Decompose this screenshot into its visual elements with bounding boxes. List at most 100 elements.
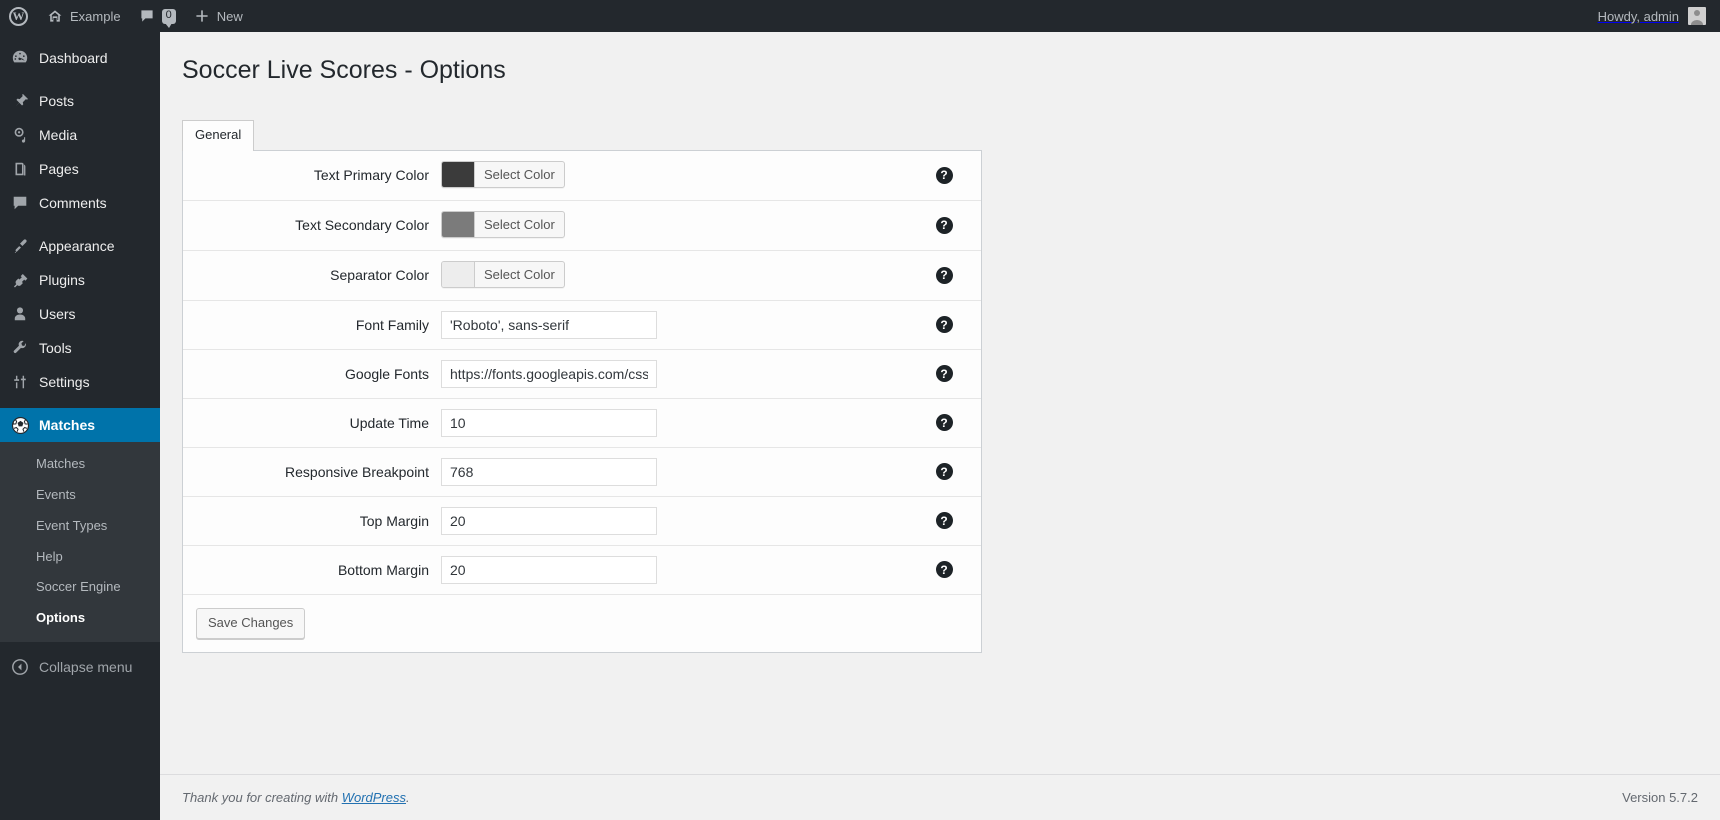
save-changes-button[interactable]: Save Changes [196,607,306,640]
tab-general[interactable]: General [182,119,255,151]
color-swatch [442,161,475,187]
help-question-icon[interactable]: ? [935,365,953,383]
sidebar-submenu-matches: Matches Events Event Types Help Soccer E… [0,442,160,643]
table-row: Responsive Breakpoint ? [183,447,981,496]
main-content: Soccer Live Scores - Options General Tex… [160,32,1720,820]
google-fonts-input[interactable] [441,359,657,388]
field-label-bottom-margin: Bottom Margin [337,561,429,578]
wordpress-logo-icon: W [9,6,28,26]
settings-panel: Text Primary Color Select Color ? Text S… [182,149,982,654]
field-label-top-margin: Top Margin [359,512,429,529]
top-margin-input[interactable] [441,506,657,535]
chevron-left-circle-icon [10,657,30,677]
new-content-button[interactable]: New [185,0,252,32]
table-row: Text Secondary Color Select Color ? [183,200,981,250]
field-label-separator-color: Separator Color [330,267,429,283]
howdy-label: Howdy, admin [1597,8,1679,24]
help-question-icon[interactable]: ? [935,216,953,234]
sidebar-item-label: Comments [39,195,107,211]
wordpress-link[interactable]: WordPress [342,790,406,805]
plug-icon [10,270,30,290]
table-row: Bottom Margin ? [183,545,981,594]
color-picker-label: Select Color [484,216,555,232]
field-label-responsive-breakpoint: Responsive Breakpoint [285,463,429,480]
sidebar-item-label: Settings [39,374,90,390]
sidebar-item-label: Appearance [39,238,115,254]
sidebar-item-posts[interactable]: Posts [0,84,160,118]
sidebar-subitem-options[interactable]: Options [0,603,160,634]
sidebar-item-label: Posts [39,93,75,109]
sidebar-item-settings[interactable]: Settings [0,365,160,399]
responsive-breakpoint-input[interactable] [441,457,657,486]
sidebar-item-comments[interactable]: Comments [0,186,160,220]
color-swatch [442,211,475,237]
field-label-text-secondary-color: Text Secondary Color [295,217,429,233]
table-row: Font Family ? [183,300,981,349]
comment-bubble-icon [10,193,30,213]
field-label-font-family: Font Family [355,316,429,333]
sidebar-subitem-help[interactable]: Help [0,542,160,573]
color-picker-text-secondary-color[interactable]: Select Color [441,210,565,238]
color-picker-label: Select Color [484,166,555,182]
sidebar-item-label: Pages [39,161,79,177]
settings-table: Text Primary Color Select Color ? Text S… [183,151,981,594]
help-question-icon[interactable]: ? [935,166,953,184]
sidebar-item-matches[interactable]: Matches [0,408,160,442]
color-picker-separator-color[interactable]: Select Color [441,260,565,288]
comments-count-badge: 0 [161,8,176,28]
footer-version: Version 5.7.2 [1622,790,1698,805]
sidebar-item-media[interactable]: Media [0,118,160,152]
footer-thanks: Thank you for creating with WordPress. [182,790,410,805]
submit-row: Save Changes [183,593,981,653]
table-row: Google Fonts ? [183,349,981,398]
collapse-menu-button[interactable]: Collapse menu [0,650,160,684]
pin-icon [10,91,30,111]
dashboard-icon [10,48,30,68]
media-icon [10,125,30,145]
collapse-menu-label: Collapse menu [39,659,133,676]
help-question-icon[interactable]: ? [935,316,953,334]
font-family-input[interactable] [441,310,657,339]
help-question-icon[interactable]: ? [935,414,953,432]
sidebar-item-pages[interactable]: Pages [0,152,160,186]
update-time-input[interactable] [441,408,657,437]
comments-button[interactable]: 0 [130,0,185,32]
sidebar-item-dashboard[interactable]: Dashboard [0,41,160,75]
footer-thanks-suffix: . [406,790,410,805]
page-title: Soccer Live Scores - Options [182,56,506,84]
admin-bar: W Example 0 New Howdy, admin [0,0,1720,32]
sidebar-subitem-event-types[interactable]: Event Types [0,511,160,542]
wrench-icon [10,338,30,358]
sidebar-item-appearance[interactable]: Appearance [0,229,160,263]
sidebar-item-users[interactable]: Users [0,297,160,331]
table-row: Separator Color Select Color ? [183,250,981,300]
field-label-update-time: Update Time [349,414,429,431]
sidebar-subitem-events[interactable]: Events [0,480,160,511]
plus-icon [194,8,210,24]
admin-sidebar: Dashboard Posts Media Pages Comments App… [0,32,160,820]
help-question-icon[interactable]: ? [935,463,953,481]
soccer-ball-icon [10,415,30,435]
help-question-icon[interactable]: ? [935,561,953,579]
wordpress-logo-button[interactable]: W [0,0,38,32]
color-picker-label: Select Color [484,266,555,282]
sidebar-item-label: Users [39,306,76,322]
options-form: General Text Primary Color Select Color [182,119,1720,654]
sidebar-item-plugins[interactable]: Plugins [0,263,160,297]
account-menu-button[interactable]: Howdy, admin [1589,0,1720,32]
table-row: Text Primary Color Select Color ? [183,151,981,200]
help-question-icon[interactable]: ? [935,512,953,530]
sidebar-subitem-soccer-engine[interactable]: Soccer Engine [0,572,160,603]
color-swatch [442,261,475,287]
sidebar-item-tools[interactable]: Tools [0,331,160,365]
tab-bar: General [182,119,1720,151]
field-label-text-primary-color: Text Primary Color [313,167,429,183]
bottom-margin-input[interactable] [441,555,657,584]
sidebar-item-label: Plugins [39,272,85,288]
site-name-button[interactable]: Example [38,0,130,32]
sidebar-item-label: Matches [39,417,96,433]
help-question-icon[interactable]: ? [935,266,953,284]
sidebar-subitem-matches[interactable]: Matches [0,449,160,480]
color-picker-text-primary-color[interactable]: Select Color [441,160,565,188]
sidebar-item-label: Media [39,127,78,143]
